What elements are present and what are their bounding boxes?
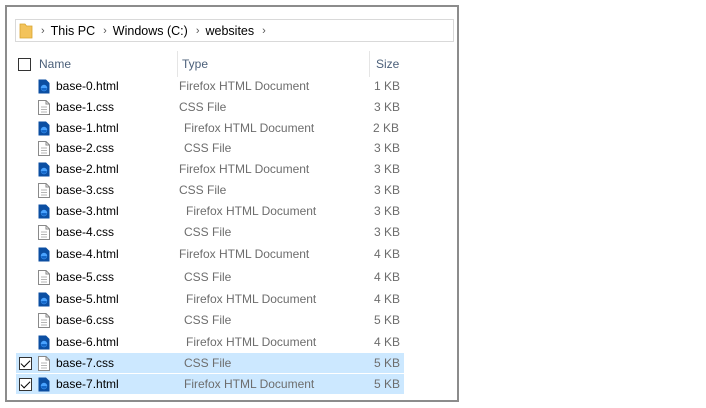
file-type: Firefox HTML Document <box>186 292 317 306</box>
file-type: CSS File <box>179 183 227 197</box>
file-row[interactable]: base-1.css CSS File 3 KB <box>16 97 404 117</box>
file-size: 4 KB <box>374 270 401 284</box>
file-name[interactable]: base-1.html <box>56 118 119 138</box>
file-type: Firefox HTML Document <box>179 162 310 176</box>
file-size: 2 KB <box>373 121 400 135</box>
file-name[interactable]: base-5.css <box>56 267 114 287</box>
file-type: Firefox HTML Document <box>186 335 317 349</box>
address-bar[interactable]: › This PC › Windows (C:) › websites › <box>15 19 454 42</box>
file-name[interactable]: base-0.html <box>56 76 119 96</box>
folder-icon <box>19 22 33 40</box>
column-type-header[interactable]: Type <box>182 51 208 77</box>
file-row[interactable]: base-1.html Firefox HTML Document 2 KB <box>16 118 404 138</box>
file-size: 4 KB <box>374 335 401 349</box>
chevron-right-icon[interactable]: › <box>262 25 266 37</box>
file-row[interactable]: base-7.html Firefox HTML Document 5 KB <box>16 374 404 394</box>
file-type: Firefox HTML Document <box>179 79 310 93</box>
column-divider[interactable] <box>177 51 178 77</box>
file-name[interactable]: base-6.css <box>56 310 114 330</box>
file-name[interactable]: base-7.css <box>56 353 114 373</box>
file-row[interactable]: base-3.html Firefox HTML Document 3 KB <box>16 201 404 221</box>
css-file-icon <box>38 313 50 328</box>
file-type: Firefox HTML Document <box>186 204 317 218</box>
firefox-html-icon <box>38 335 50 350</box>
file-type: CSS File <box>184 141 232 155</box>
file-size: 4 KB <box>374 292 401 306</box>
file-size: 3 KB <box>374 100 401 114</box>
firefox-html-icon <box>38 204 50 219</box>
firefox-html-icon <box>38 247 50 262</box>
file-row[interactable]: base-4.html Firefox HTML Document 4 KB <box>16 244 404 264</box>
breadcrumb-this-pc[interactable]: This PC <box>51 24 95 38</box>
firefox-html-icon <box>38 292 50 307</box>
file-name[interactable]: base-6.html <box>56 332 119 352</box>
firefox-html-icon <box>38 79 50 94</box>
firefox-html-icon <box>38 121 50 136</box>
file-type: Firefox HTML Document <box>179 247 310 261</box>
file-name[interactable]: base-4.css <box>56 222 114 242</box>
file-size: 3 KB <box>374 183 401 197</box>
firefox-html-icon <box>38 377 50 392</box>
file-size: 3 KB <box>374 141 401 155</box>
column-size-header[interactable]: Size <box>376 51 399 77</box>
file-name[interactable]: base-7.html <box>56 374 119 394</box>
file-size: 5 KB <box>374 356 401 370</box>
css-file-icon <box>38 100 50 115</box>
file-size: 4 KB <box>374 247 401 261</box>
breadcrumb-websites[interactable]: websites <box>205 24 254 38</box>
file-name[interactable]: base-3.html <box>56 201 119 221</box>
file-type: CSS File <box>184 270 232 284</box>
file-size: 3 KB <box>374 204 401 218</box>
file-name[interactable]: base-2.css <box>56 138 114 158</box>
file-name[interactable]: base-2.html <box>56 159 119 179</box>
file-size: 3 KB <box>374 225 401 239</box>
file-size: 5 KB <box>374 313 401 327</box>
file-row[interactable]: base-5.html Firefox HTML Document 4 KB <box>16 289 404 309</box>
column-name-header[interactable]: Name <box>39 51 71 77</box>
file-row[interactable]: base-3.css CSS File 3 KB <box>16 180 404 200</box>
column-header: Name Type Size <box>7 51 407 77</box>
css-file-icon <box>38 183 50 198</box>
file-size: 3 KB <box>374 162 401 176</box>
file-row[interactable]: base-0.html Firefox HTML Document 1 KB <box>16 76 404 96</box>
file-explorer-window: › This PC › Windows (C:) › websites › Na… <box>5 5 459 402</box>
file-row[interactable]: base-6.html Firefox HTML Document 4 KB <box>16 332 404 352</box>
file-type: Firefox HTML Document <box>184 377 315 391</box>
file-row[interactable]: base-7.css CSS File 5 KB <box>16 353 404 373</box>
file-row[interactable]: base-2.css CSS File 3 KB <box>16 138 404 158</box>
file-type: Firefox HTML Document <box>184 121 315 135</box>
file-type: CSS File <box>179 100 227 114</box>
file-type: CSS File <box>184 225 232 239</box>
file-row[interactable]: base-5.css CSS File 4 KB <box>16 267 404 287</box>
row-checkbox[interactable] <box>19 378 32 391</box>
select-all-checkbox[interactable] <box>18 58 31 71</box>
breadcrumb-drive[interactable]: Windows (C:) <box>113 24 188 38</box>
firefox-html-icon <box>38 162 50 177</box>
css-file-icon <box>38 225 50 240</box>
file-size: 1 KB <box>374 79 401 93</box>
file-name[interactable]: base-1.css <box>56 97 114 117</box>
file-row[interactable]: base-2.html Firefox HTML Document 3 KB <box>16 159 404 179</box>
chevron-right-icon[interactable]: › <box>103 25 107 37</box>
chevron-right-icon[interactable]: › <box>196 25 200 37</box>
file-row[interactable]: base-4.css CSS File 3 KB <box>16 222 404 242</box>
column-divider[interactable] <box>369 51 370 77</box>
chevron-right-icon: › <box>41 24 45 37</box>
file-type: CSS File <box>184 356 232 370</box>
file-type: CSS File <box>184 313 232 327</box>
file-row[interactable]: base-6.css CSS File 5 KB <box>16 310 404 330</box>
css-file-icon <box>38 270 50 285</box>
file-name[interactable]: base-5.html <box>56 289 119 309</box>
file-size: 5 KB <box>374 377 401 391</box>
file-name[interactable]: base-3.css <box>56 180 114 200</box>
file-name[interactable]: base-4.html <box>56 244 119 264</box>
css-file-icon <box>38 356 50 371</box>
row-checkbox[interactable] <box>19 357 32 370</box>
css-file-icon <box>38 141 50 156</box>
